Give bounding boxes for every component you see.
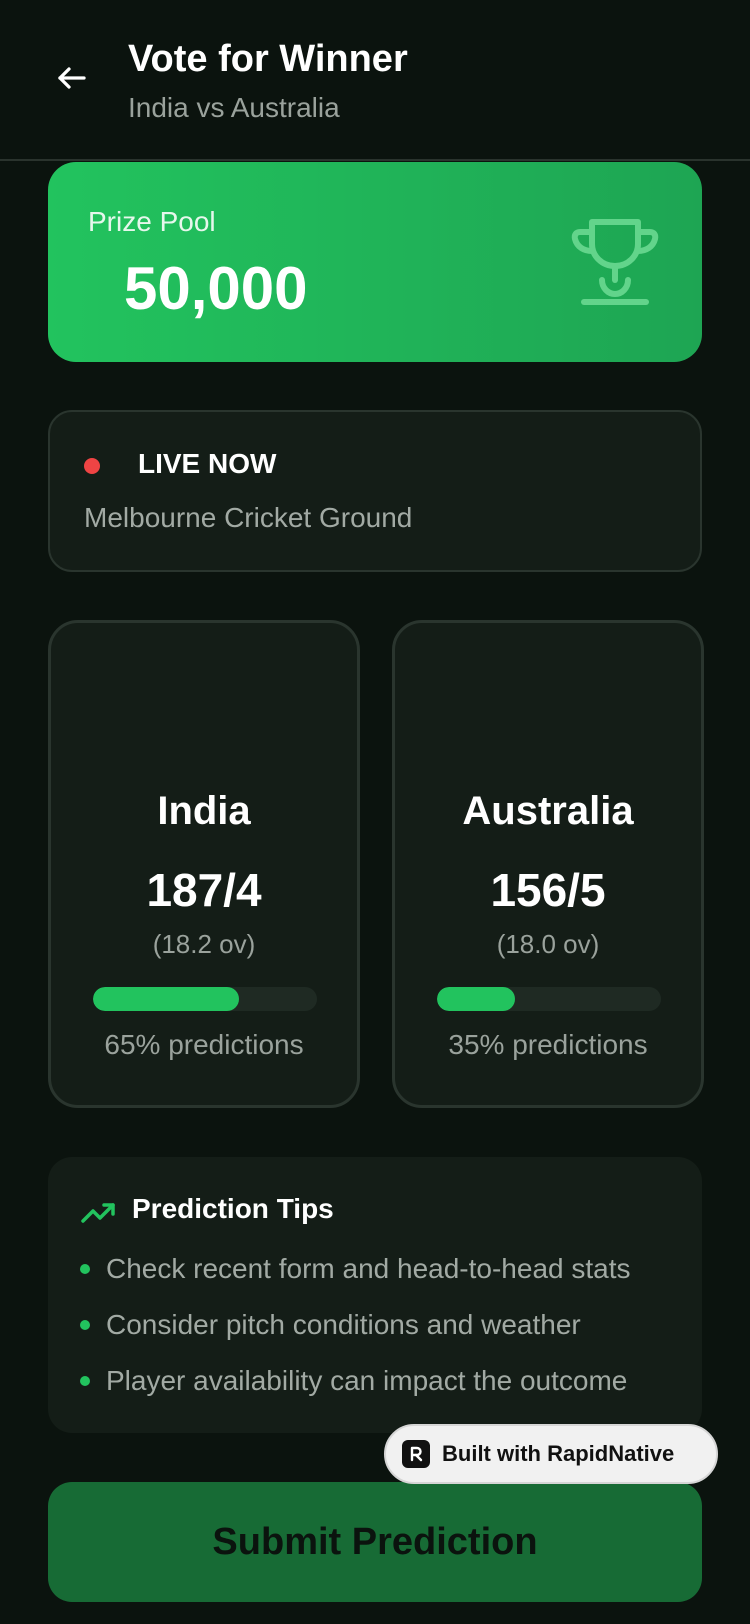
prize-pool-label: Prize Pool [88, 206, 216, 237]
bullet-dot [80, 1376, 90, 1386]
live-indicator-dot [84, 458, 100, 474]
built-with-label: Built with RapidNative [442, 1441, 675, 1466]
trending-up-icon [81, 1203, 115, 1223]
team-card-india[interactable]: India 187/4 (18.2 ov) 65% predictions [48, 620, 360, 1108]
prediction-percentage: 35% predictions [448, 1029, 648, 1060]
trophy-icon [571, 219, 659, 305]
tip-item: Consider pitch conditions and weather [80, 1309, 581, 1341]
live-status-label: LIVE NOW [138, 448, 277, 479]
tip-item: Player availability can impact the outco… [80, 1365, 627, 1397]
submit-label: Submit Prediction [212, 1520, 538, 1563]
prediction-bar [437, 987, 661, 1011]
submit-prediction-button[interactable]: Submit Prediction [48, 1482, 702, 1602]
team-name: India [157, 789, 251, 833]
team-name: Australia [462, 789, 634, 833]
bullet-dot [80, 1320, 90, 1330]
tip-text: Consider pitch conditions and weather [106, 1309, 581, 1340]
match-subtitle: India vs Australia [128, 92, 340, 123]
team-overs: (18.0 ov) [496, 929, 600, 959]
live-status-card: LIVE NOW Melbourne Cricket Ground [48, 410, 702, 572]
team-score: 156/5 [490, 864, 606, 916]
bullet-dot [80, 1264, 90, 1274]
prediction-bar-fill [93, 987, 239, 1011]
header: Vote for Winner India vs Australia [0, 0, 750, 161]
prediction-tips-card: Prediction Tips Check recent form and he… [48, 1157, 702, 1433]
team-overs: (18.2 ov) [152, 929, 256, 959]
back-button[interactable] [48, 54, 96, 102]
prize-pool-value: 50,000 [124, 255, 308, 322]
team-score: 187/4 [146, 864, 262, 916]
prediction-bar [93, 987, 317, 1011]
page-title: Vote for Winner [128, 38, 408, 80]
tip-text: Check recent form and head-to-head stats [106, 1253, 631, 1284]
rapidnative-logo-icon [402, 1440, 430, 1468]
tips-title: Prediction Tips [132, 1193, 334, 1224]
prize-pool-card: Prize Pool 50,000 [48, 162, 702, 362]
prediction-bar-fill [437, 987, 516, 1011]
tip-item: Check recent form and head-to-head stats [80, 1253, 631, 1285]
team-card-australia[interactable]: Australia 156/5 (18.0 ov) 35% prediction… [392, 620, 704, 1108]
built-with-badge[interactable]: Built with RapidNative [384, 1424, 718, 1484]
venue-name: Melbourne Cricket Ground [84, 502, 413, 533]
tip-text: Player availability can impact the outco… [106, 1365, 628, 1396]
prediction-percentage: 65% predictions [104, 1029, 304, 1060]
arrow-left-icon [58, 67, 86, 89]
